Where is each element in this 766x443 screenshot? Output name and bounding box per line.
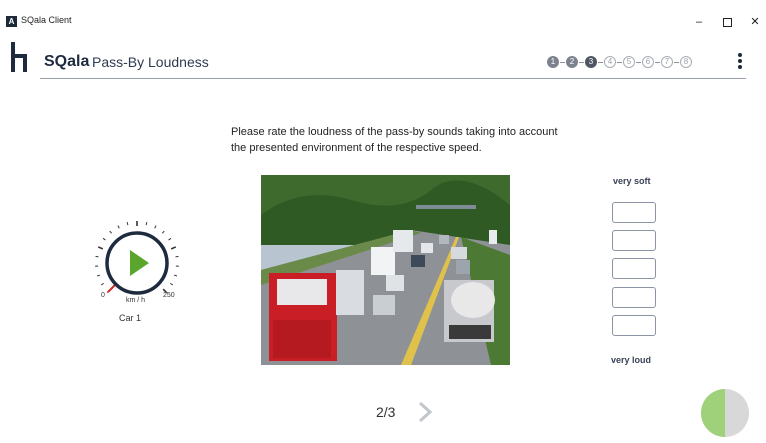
step-connector — [617, 61, 622, 63]
car-label: Car 1 — [119, 313, 142, 323]
gauge-tick — [173, 274, 178, 277]
step-connector — [655, 61, 660, 63]
step-1: 1 — [547, 56, 559, 68]
more-menu-icon[interactable] — [733, 53, 747, 71]
rating-option-3[interactable] — [612, 258, 656, 279]
step-connector — [598, 61, 603, 63]
page-indicator: 2/3 — [376, 404, 396, 420]
gauge-tick — [170, 246, 177, 250]
gauge-max-label: 250 — [163, 292, 175, 299]
maximize-icon — [722, 18, 732, 27]
window-title: SQala Client — [21, 15, 72, 25]
page-title: Pass-By Loudness — [92, 54, 209, 70]
step-3: 3 — [585, 56, 597, 68]
step-connector — [674, 61, 679, 63]
gauge-tick — [96, 274, 101, 277]
gauge-tick — [161, 230, 165, 234]
gauge-tick — [109, 230, 113, 234]
scale-top-label: very soft — [613, 176, 651, 186]
gauge-tick — [102, 237, 106, 241]
next-page-button[interactable] — [416, 401, 434, 423]
step-connector — [636, 61, 641, 63]
rating-option-4[interactable] — [612, 287, 656, 308]
step-4: 4 — [604, 56, 616, 68]
step-connector — [579, 61, 584, 63]
traffic-photo — [261, 175, 510, 365]
minimize-button[interactable]: – — [685, 13, 713, 31]
app-icon: A — [6, 16, 17, 27]
gauge-tick — [117, 225, 120, 229]
close-button[interactable]: ✕ — [741, 13, 766, 31]
brand-name: SQala — [44, 53, 90, 70]
gauge-tick — [169, 282, 174, 286]
step-connector — [560, 61, 565, 63]
gauge-tick — [145, 222, 148, 226]
step-5: 5 — [623, 56, 635, 68]
gauge-tick — [126, 222, 129, 226]
gauge-tick — [168, 237, 172, 241]
timer-indicator — [701, 389, 749, 437]
header-divider — [40, 78, 746, 79]
chevron-right-icon — [418, 401, 433, 423]
maximize-button[interactable] — [713, 13, 741, 31]
instruction-text: Please rate the loudness of the pass-by … — [231, 126, 558, 154]
gauge-tick — [100, 282, 105, 286]
step-6: 6 — [642, 56, 654, 68]
step-8: 8 — [680, 56, 692, 68]
sqala-logo-icon — [11, 42, 27, 72]
gauge-tick — [97, 246, 104, 250]
rating-option-2[interactable] — [612, 230, 656, 251]
gauge-unit-label: km / h — [126, 297, 146, 304]
gauge-tick — [154, 225, 157, 229]
progress-steps: 12345678 — [547, 55, 692, 69]
rating-option-1[interactable] — [612, 202, 656, 223]
scale-bottom-label: very loud — [611, 355, 652, 365]
window-titlebar: A SQala Client – ✕ — [0, 12, 766, 32]
rating-option-5[interactable] — [612, 315, 656, 336]
step-2: 2 — [566, 56, 578, 68]
gauge-min-label: 0 — [101, 292, 105, 299]
step-7: 7 — [661, 56, 673, 68]
